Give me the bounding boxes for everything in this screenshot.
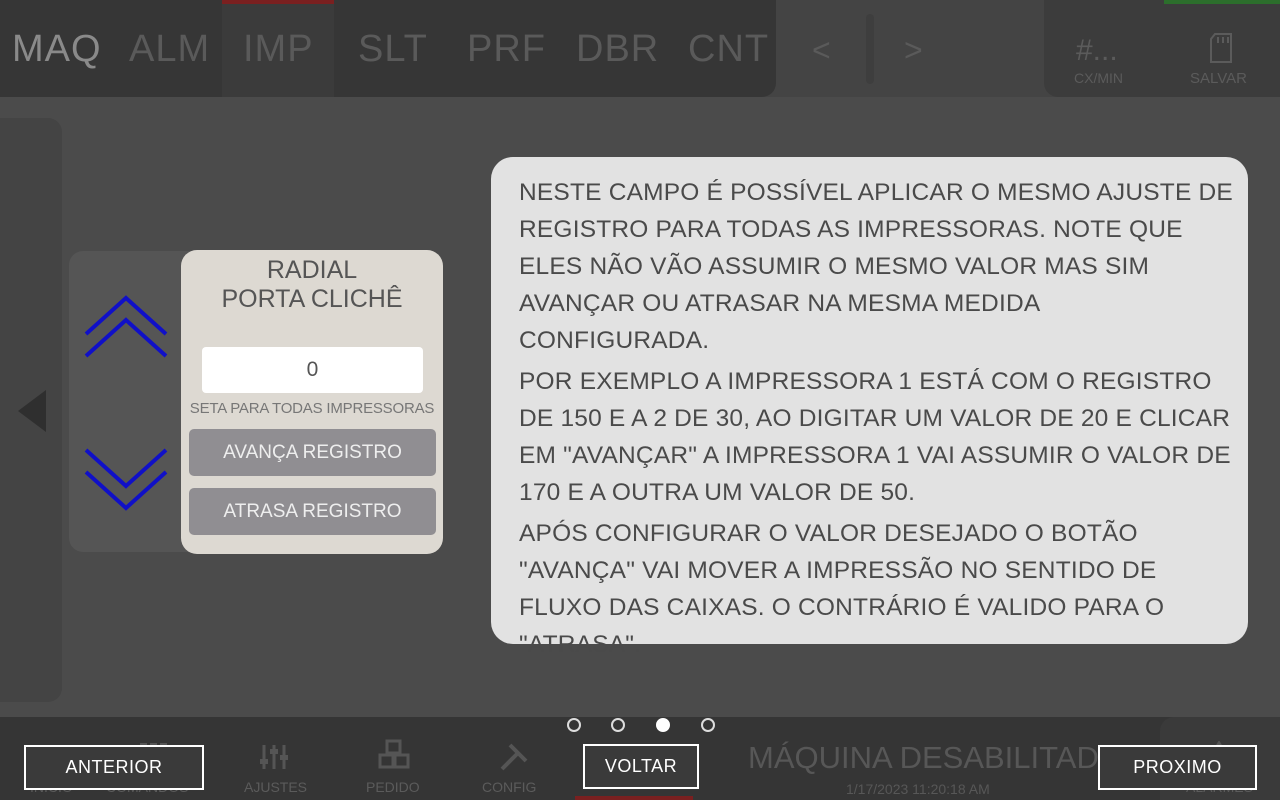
chevron-up-icon[interactable] (84, 294, 168, 360)
sliders-icon (260, 745, 288, 769)
card-title-line1: RADIAL (266, 256, 358, 284)
help-paragraph: NESTE CAMPO É POSSÍVEL APLICAR O MESMO A… (519, 179, 1233, 354)
tab-cnt[interactable]: CNT (688, 28, 769, 71)
rate-unit: CX/MIN (1074, 70, 1123, 86)
save-button[interactable] (1209, 32, 1233, 68)
scroll-right-button[interactable]: > (904, 32, 923, 69)
card-title: RADIAL PORTA CLICHÊ (181, 256, 443, 314)
nav-divider (866, 14, 874, 84)
wrench-icon (500, 743, 528, 771)
help-bubble: NESTE CAMPO É POSSÍVEL APLICAR O MESMO A… (491, 157, 1248, 658)
machine-status: MÁQUINA DESABILITADA (748, 740, 1120, 775)
help-paragraph: POR EXEMPLO A IMPRESSORA 1 ESTÁ COM O RE… (519, 368, 1231, 506)
rate-value: #... (1076, 34, 1118, 67)
register-value-input[interactable] (202, 347, 423, 393)
radial-porta-cliche-card: RADIAL PORTA CLICHÊ SETA PARA TODAS IMPR… (181, 250, 443, 554)
tab-alm[interactable]: ALM (129, 28, 210, 71)
page-dot[interactable] (611, 718, 625, 732)
back-button[interactable]: VOLTAR (583, 744, 699, 789)
tab-slt[interactable]: SLT (358, 28, 428, 71)
top-right-panel: #... CX/MIN SALVAR (1044, 0, 1280, 97)
advance-register-button[interactable]: AVANÇA REGISTRO (189, 429, 436, 476)
previous-button[interactable]: ANTERIOR (24, 745, 204, 790)
tab-imp[interactable]: IMP (243, 28, 314, 71)
status-indicator (1164, 0, 1280, 4)
save-label: SALVAR (1190, 70, 1247, 87)
tab-dbr[interactable]: DBR (576, 28, 659, 71)
scroll-left-button[interactable]: < (812, 32, 831, 69)
page-dot[interactable] (701, 718, 715, 732)
card-title-line2: PORTA CLICHÊ (221, 285, 403, 313)
chevron-down-icon[interactable] (84, 446, 168, 512)
tab-maq[interactable]: MAQ (12, 28, 102, 71)
set-all-label: SETA PARA TODAS IMPRESSORAS (189, 400, 435, 417)
page-dot-active[interactable] (656, 718, 670, 732)
tab-prf[interactable]: PRF (467, 28, 546, 71)
bottom-nav-config[interactable]: CONFIG (482, 779, 536, 795)
retard-register-button[interactable]: ATRASA REGISTRO (189, 488, 436, 535)
boxes-icon (378, 739, 410, 769)
caret-left-icon[interactable] (18, 390, 46, 432)
top-tabs: MAQ ALM IMP SLT PRF DBR CNT (0, 0, 776, 97)
page-dot[interactable] (567, 718, 581, 732)
bottom-nav-ajustes[interactable]: AJUSTES (244, 779, 307, 795)
status-datetime: 1/17/2023 11:20:18 AM (846, 781, 990, 797)
bottom-active-indicator (575, 796, 693, 800)
help-paragraph: APÓS CONFIGURAR O VALOR DESEJADO O BOTÃO… (519, 520, 1165, 658)
bottom-nav-pedido[interactable]: PEDIDO (366, 779, 420, 795)
sd-card-icon (1210, 33, 1232, 63)
next-button[interactable]: PROXIMO (1098, 745, 1257, 790)
